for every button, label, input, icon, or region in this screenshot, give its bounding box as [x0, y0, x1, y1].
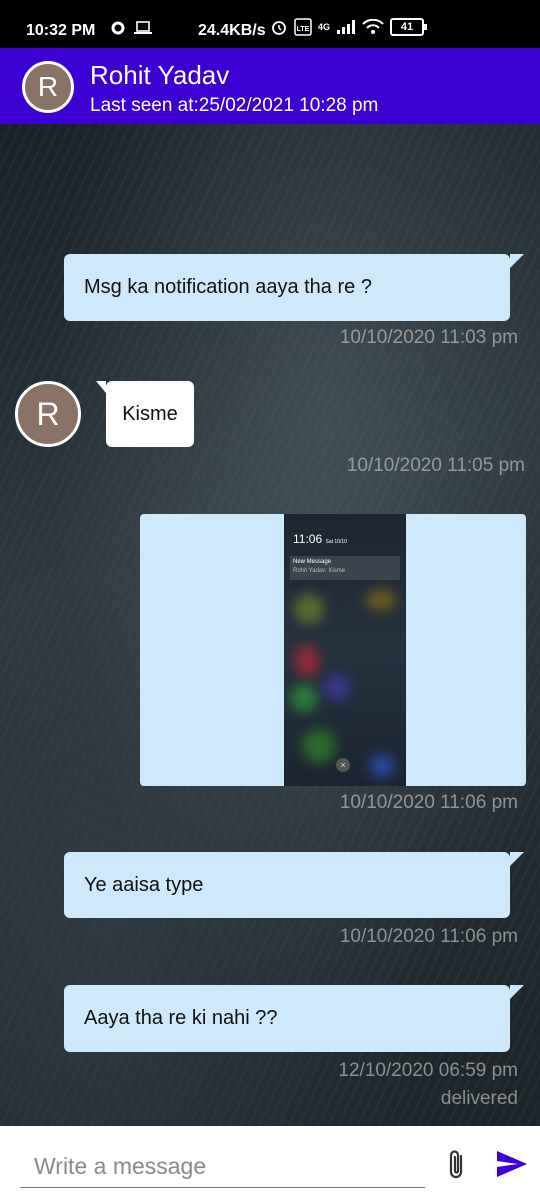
send-icon[interactable] — [496, 1150, 528, 1178]
message-input[interactable] — [20, 1146, 425, 1188]
screenshot-notification: New Message Rohit Yadav: Kisme — [290, 556, 400, 580]
message-bubble-outgoing[interactable]: Ye aaisa type — [64, 852, 524, 918]
alarm-icon — [272, 21, 286, 35]
battery-icon: 41 — [390, 18, 428, 36]
image-message-bubble[interactable]: 11:06 Sat 10/10 New Message Rohit Yadav:… — [140, 514, 526, 786]
message-text: Msg ka notification aaya tha re ? — [84, 276, 372, 298]
status-bar: 10:32 PM 24.4KB/s LTE 4G 41 — [0, 0, 540, 48]
message-list[interactable]: Msg ka notification aaya tha re ? 10/10/… — [0, 124, 540, 1126]
status-time: 10:32 PM — [26, 22, 96, 39]
message-bubble-outgoing[interactable]: Aaya tha re ki nahi ?? — [64, 985, 524, 1052]
message-bubble-incoming[interactable]: Kisme — [96, 381, 194, 447]
contact-avatar[interactable]: R — [22, 61, 74, 113]
contact-name[interactable]: Rohit Yadav — [90, 60, 229, 91]
delivery-status: delivered — [440, 1088, 518, 1109]
last-seen: Last seen at:25/02/2021 10:28 pm — [90, 95, 379, 116]
message-bubble-outgoing[interactable]: Msg ka notification aaya tha re ? — [64, 254, 524, 321]
message-time: 10/10/2020 11:06 pm — [339, 792, 518, 813]
sender-avatar[interactable]: R — [15, 381, 81, 447]
signal-icon — [337, 20, 356, 34]
message-text: Aaya tha re ki nahi ?? — [84, 1007, 278, 1029]
svg-text:LTE: LTE — [297, 26, 310, 33]
message-time: 10/10/2020 11:06 pm — [339, 926, 518, 947]
message-composer — [0, 1126, 540, 1200]
message-text: Kisme — [122, 402, 178, 425]
message-time: 10/10/2020 11:03 pm — [339, 327, 518, 348]
bubble-tail — [510, 254, 524, 268]
chat-header: R Rohit Yadav Last seen at:25/02/2021 10… — [0, 48, 540, 124]
image-attachment[interactable]: 11:06 Sat 10/10 New Message Rohit Yadav:… — [284, 514, 406, 786]
settings-icon — [111, 21, 125, 35]
screenshot-clock: 11:06 Sat 10/10 — [293, 532, 347, 546]
bubble-tail — [96, 381, 106, 393]
volte-icon: LTE — [294, 18, 312, 36]
message-time: 10/10/2020 11:05 pm — [346, 455, 525, 476]
network-speed: 24.4KB/s — [198, 22, 266, 39]
bubble-tail — [510, 985, 524, 999]
paperclip-icon[interactable] — [444, 1148, 470, 1182]
message-time: 12/10/2020 06:59 pm — [338, 1060, 518, 1081]
status-right-icons: LTE 4G 41 — [270, 18, 428, 36]
status-left-icons — [110, 20, 152, 36]
wifi-icon — [362, 19, 384, 34]
network-type: 4G — [318, 22, 331, 32]
screenshot-close-icon: × — [336, 758, 350, 772]
bubble-tail — [510, 852, 524, 866]
message-text: Ye aaisa type — [84, 873, 204, 896]
laptop-icon — [134, 21, 152, 34]
